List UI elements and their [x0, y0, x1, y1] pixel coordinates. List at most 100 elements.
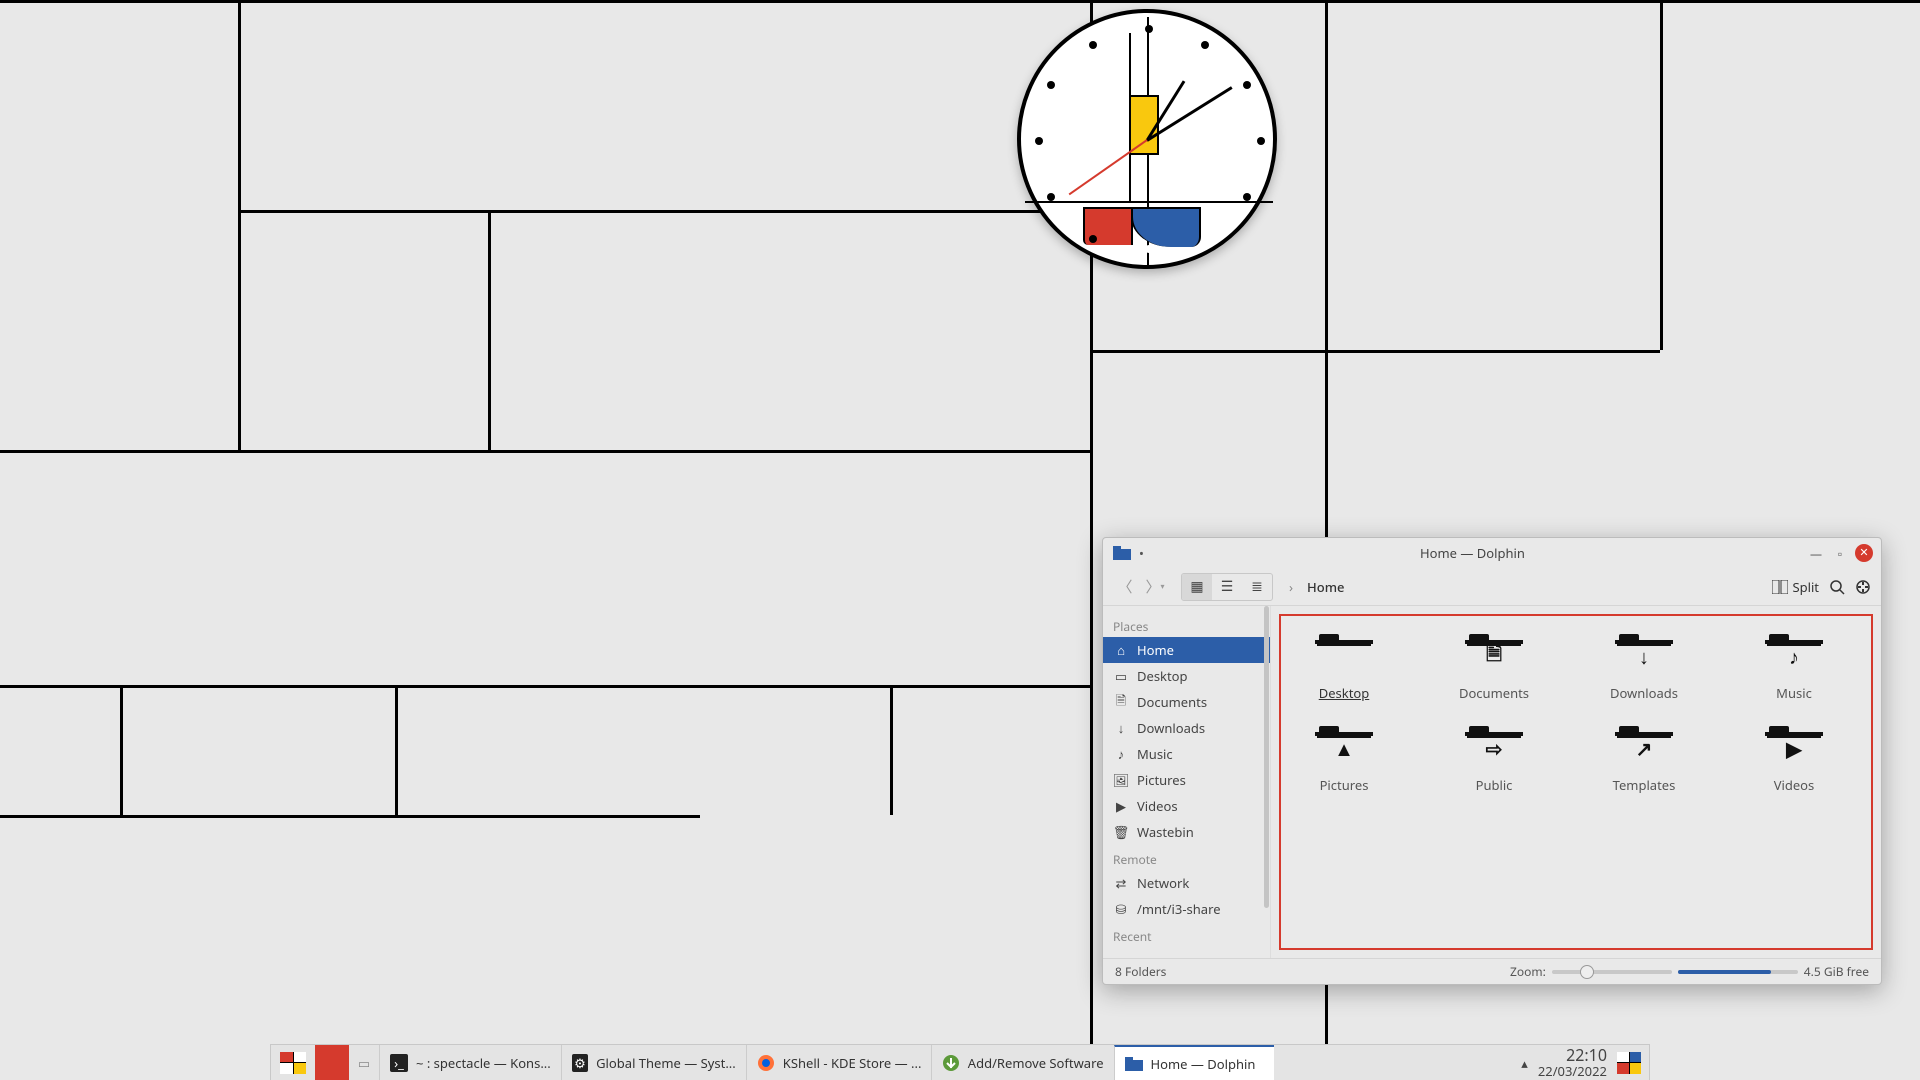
desktop-icon: ▭: [1113, 668, 1129, 684]
content-area: Desktop 🗎 Documents ↓ Downloads ♪ Music …: [1271, 606, 1881, 958]
window-title: Home — Dolphin: [1144, 544, 1801, 562]
sidebar-item-documents[interactable]: 🗎 Documents: [1103, 689, 1270, 715]
search-icon[interactable]: [1829, 579, 1845, 595]
sidebar-item-label: Music: [1137, 745, 1173, 763]
task-label: Add/Remove Software: [968, 1054, 1104, 1072]
free-space-label: 4.5 GiB free: [1804, 963, 1869, 980]
firefox-icon: [757, 1054, 775, 1072]
task-firefox[interactable]: KShell - KDE Store — ...: [746, 1045, 931, 1080]
folder-label: Public: [1476, 776, 1513, 794]
folder-label: Videos: [1774, 776, 1815, 794]
sidebar-item-desktop[interactable]: ▭ Desktop: [1103, 663, 1270, 689]
task-label: KShell - KDE Store — ...: [783, 1054, 922, 1072]
sidebar-item-label: Videos: [1137, 797, 1178, 815]
folder-icon: ▲: [1315, 726, 1373, 770]
task-dolphin[interactable]: Home — Dolphin: [1114, 1045, 1274, 1080]
zoom-label: Zoom:: [1510, 963, 1546, 980]
folder-icon: ♪: [1765, 634, 1823, 678]
app-launcher[interactable]: [271, 1045, 315, 1080]
view-compact-button[interactable]: ☰: [1212, 574, 1242, 600]
folder-downloads[interactable]: ↓ Downloads: [1589, 634, 1699, 702]
folder-icon: ↓: [1615, 634, 1673, 678]
sidebar-item-label: /mnt/i3-share: [1137, 900, 1221, 918]
dolphin-window: • Home — Dolphin — ▫ ✕ 〈 〉▾ ▦ ☰ ≣ › Home…: [1102, 537, 1882, 985]
task-konsole[interactable]: ›_ ~ : spectacle — Kons...: [379, 1045, 561, 1080]
task-package[interactable]: Add/Remove Software: [931, 1045, 1114, 1080]
titlebar[interactable]: • Home — Dolphin — ▫ ✕: [1103, 538, 1881, 568]
pictures-icon: 🖼: [1113, 772, 1129, 788]
toolbar: 〈 〉▾ ▦ ☰ ≣ › Home Split: [1103, 568, 1881, 606]
tray-expand-icon[interactable]: ▴: [1521, 1054, 1528, 1072]
sidebar-item-network[interactable]: ⇄ Network: [1103, 870, 1270, 896]
zoom-slider[interactable]: [1552, 970, 1672, 974]
sidebar-header-remote: Remote: [1103, 845, 1270, 870]
chevron-right-icon: ›: [1289, 578, 1293, 596]
sidebar-item-wastebin[interactable]: 🗑Wastebin: [1103, 819, 1270, 845]
task-settings[interactable]: ⚙ Global Theme — Syst...: [561, 1045, 746, 1080]
home-icon: ⌂: [1113, 642, 1129, 658]
statusbar: 8 Folders Zoom: 4.5 GiB free: [1103, 958, 1881, 984]
folder-templates[interactable]: ↗ Templates: [1589, 726, 1699, 794]
back-button[interactable]: 〈: [1113, 575, 1137, 599]
show-desktop-icon[interactable]: [1617, 1052, 1641, 1074]
close-button[interactable]: ✕: [1855, 544, 1873, 562]
folder-label: Documents: [1459, 684, 1529, 702]
task-label: Home — Dolphin: [1151, 1055, 1256, 1073]
folder-label: Pictures: [1320, 776, 1369, 794]
sidebar-item-label: Downloads: [1137, 719, 1205, 737]
menu-icon[interactable]: [1855, 579, 1871, 595]
sidebar-item-label: Pictures: [1137, 771, 1186, 789]
status-count: 8 Folders: [1115, 963, 1166, 980]
folder-icon: [1111, 543, 1133, 563]
folder-label: Music: [1776, 684, 1812, 702]
trash-icon: 🗑: [1113, 824, 1129, 840]
folder-videos[interactable]: ▶ Videos: [1739, 726, 1849, 794]
view-details-button[interactable]: ≣: [1242, 574, 1272, 600]
minimize-button[interactable]: —: [1807, 544, 1825, 562]
folder-label: Desktop: [1319, 684, 1370, 702]
split-button[interactable]: Split: [1772, 578, 1819, 596]
view-icons-button[interactable]: ▦: [1182, 574, 1212, 600]
folder-icon: [1125, 1055, 1143, 1073]
folder-music[interactable]: ♪ Music: [1739, 634, 1849, 702]
sidebar-item-mount[interactable]: ⛁ /mnt/i3-share: [1103, 896, 1270, 922]
sidebar-item-videos[interactable]: ▶ Videos: [1103, 793, 1270, 819]
sidebar-item-home[interactable]: ⌂Home: [1103, 637, 1270, 663]
maximize-button[interactable]: ▫: [1831, 544, 1849, 562]
network-icon: ⇄: [1113, 875, 1129, 891]
sidebar-header-recent: Recent: [1103, 922, 1270, 947]
sidebar-item-label: Desktop: [1137, 667, 1188, 685]
sidebar-item-downloads[interactable]: ↓Downloads: [1103, 715, 1270, 741]
split-label: Split: [1792, 578, 1819, 596]
documents-icon: 🗎: [1113, 694, 1129, 710]
virtual-desktop-1[interactable]: [315, 1045, 349, 1080]
settings-icon: ⚙: [572, 1054, 588, 1072]
terminal-icon: ›_: [390, 1054, 408, 1072]
sidebar-item-pictures[interactable]: 🖼 Pictures: [1103, 767, 1270, 793]
taskbar: ▭ ›_ ~ : spectacle — Kons... ⚙ Global Them…: [270, 1044, 1650, 1080]
task-label: ~ : spectacle — Kons...: [416, 1054, 551, 1072]
folder-icon: [1315, 634, 1373, 678]
sidebar-scrollbar[interactable]: [1264, 606, 1269, 908]
tray-clock[interactable]: 22:10 22/03/2022: [1538, 1047, 1607, 1079]
sidebar-item-music[interactable]: ♪Music: [1103, 741, 1270, 767]
virtual-desktop-2[interactable]: ▭: [349, 1045, 379, 1080]
task-label: Global Theme — Syst...: [596, 1054, 736, 1072]
folder-pictures[interactable]: ▲ Pictures: [1289, 726, 1399, 794]
launcher-icon: [280, 1052, 306, 1074]
sidebar-item-label: Network: [1137, 874, 1189, 892]
breadcrumb[interactable]: Home: [1307, 578, 1344, 596]
folder-label: Templates: [1613, 776, 1676, 794]
analog-clock-widget[interactable]: [1017, 9, 1277, 269]
folder-label: Downloads: [1610, 684, 1678, 702]
folder-public[interactable]: ⇨ Public: [1439, 726, 1549, 794]
folder-documents[interactable]: 🗎 Documents: [1439, 634, 1549, 702]
sidebar-item-label: Documents: [1137, 693, 1207, 711]
drive-icon: ⛁: [1113, 901, 1129, 917]
package-icon: [942, 1054, 960, 1072]
clock-date: 22/03/2022: [1538, 1064, 1607, 1078]
folder-desktop[interactable]: Desktop: [1289, 634, 1399, 702]
forward-button[interactable]: 〉▾: [1143, 575, 1167, 599]
videos-icon: ▶: [1113, 798, 1129, 814]
folder-grid[interactable]: Desktop 🗎 Documents ↓ Downloads ♪ Music …: [1279, 614, 1873, 950]
